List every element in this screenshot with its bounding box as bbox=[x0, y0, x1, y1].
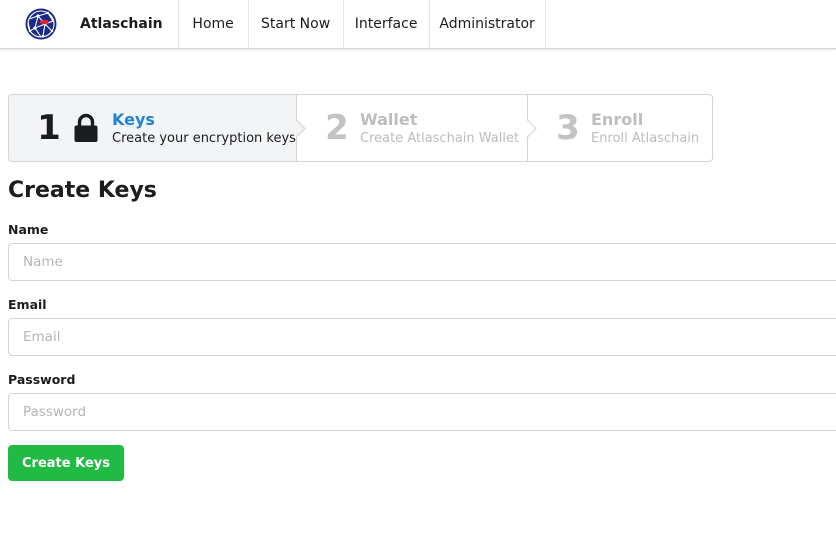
step-number: 2 bbox=[325, 108, 349, 148]
create-keys-button[interactable]: Create Keys bbox=[8, 445, 124, 481]
page-title: Create Keys bbox=[8, 178, 157, 203]
step-number: 3 bbox=[556, 108, 580, 148]
atlaschain-globe-logo-icon bbox=[25, 8, 57, 40]
step-description: Create Atlaschain Wallet bbox=[360, 130, 520, 146]
email-label: Email bbox=[8, 297, 47, 312]
step-number: 1 bbox=[37, 108, 61, 148]
nav-administrator[interactable]: Administrator bbox=[430, 0, 546, 48]
name-input[interactable] bbox=[8, 243, 836, 281]
step-title: Wallet bbox=[360, 109, 418, 129]
password-label: Password bbox=[8, 372, 76, 387]
step-enroll[interactable]: 3 Enroll Enroll Atlaschain bbox=[528, 95, 712, 161]
progress-steps: 1 Keys Create your encryption keys 2 Wal… bbox=[8, 94, 713, 162]
nav-interface[interactable]: Interface bbox=[344, 0, 430, 48]
brand-link[interactable]: Atlaschain bbox=[0, 0, 179, 48]
step-description: Enroll Atlaschain bbox=[591, 130, 700, 146]
brand-name: Atlaschain bbox=[80, 16, 163, 32]
step-keys[interactable]: 1 Keys Create your encryption keys bbox=[9, 95, 306, 161]
step-title: Keys bbox=[112, 109, 155, 129]
step-description: Create your encryption keys bbox=[112, 130, 296, 146]
step-wallet[interactable]: 2 Wallet Create Atlaschain Wallet bbox=[297, 95, 537, 161]
step-title: Enroll bbox=[591, 109, 644, 129]
nav-start-now[interactable]: Start Now bbox=[249, 0, 344, 48]
password-input[interactable] bbox=[8, 393, 836, 431]
nav-home[interactable]: Home bbox=[179, 0, 249, 48]
top-menu: Atlaschain Home Start Now Interface Admi… bbox=[0, 0, 836, 49]
email-input[interactable] bbox=[8, 318, 836, 356]
name-label: Name bbox=[8, 222, 49, 237]
lock-icon bbox=[74, 113, 98, 142]
